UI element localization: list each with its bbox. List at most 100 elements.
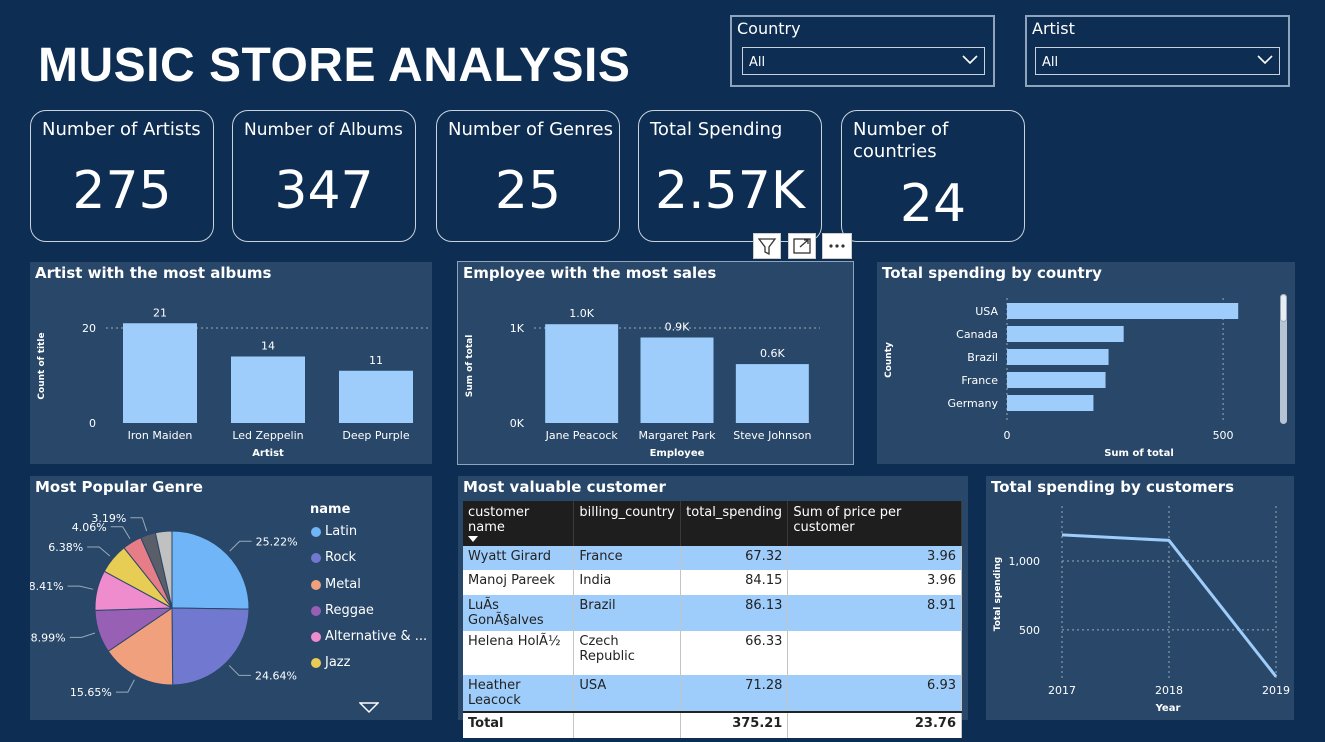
focus-mode-icon[interactable] (788, 233, 816, 259)
artist-dropdown-value: All (1042, 55, 1059, 70)
legend-marker (311, 605, 321, 616)
scrollbar-thumb[interactable] (1280, 294, 1287, 322)
cell-price-per-customer: 3.96 (787, 570, 962, 595)
country-dropdown[interactable]: All (742, 47, 985, 75)
legend-item[interactable]: Rock (310, 550, 427, 576)
y-tick-label: 1,000 (1009, 555, 1041, 568)
employee-sales-chart[interactable]: Employee with the most sales 1K 0K 1.0K Jan… (457, 261, 854, 465)
y-tick-label: Brazil (967, 351, 998, 364)
kpi-value: 24 (899, 174, 967, 234)
scrollbar-track[interactable] (1280, 294, 1287, 424)
cell-total-spending: 375.21 (680, 711, 789, 738)
x-tick-label: Led Zeppelin (232, 429, 303, 442)
y-tick-label: USA (975, 305, 998, 318)
cell-billing-country: Brazil (573, 595, 682, 631)
chevron-down-icon (962, 55, 978, 65)
kpi-card-artists[interactable]: Number of Artists 275 (30, 110, 214, 242)
column-header-customer-name[interactable]: customer name (463, 501, 575, 546)
label-leader-line (110, 526, 131, 540)
table-row[interactable]: Manoj Pareek India 84.15 3.96 (463, 570, 962, 595)
kpi-card-albums[interactable]: Number of Albums 347 (232, 110, 416, 242)
x-tick-label: 2019 (1262, 684, 1290, 697)
filter-icon[interactable] (753, 233, 781, 259)
label-leader-line (228, 665, 252, 676)
artist-dropdown[interactable]: All (1035, 47, 1280, 75)
country-dropdown-value: All (749, 55, 766, 70)
country-slicer: Country All (730, 15, 995, 87)
country-spending-plot: 0 500 USA Canada Brazil France Germany Sum of t… (884, 298, 1239, 459)
pie-slice (171, 530, 250, 610)
bar (640, 337, 714, 423)
table-row[interactable]: LuÃs GonÃ§alves Brazil 86.13 8.91 (463, 595, 962, 631)
kpi-value: 2.57K (655, 161, 805, 221)
genre-pie-chart[interactable]: Most Popular Genre 25.22% 24.64% 15.65% 8.9… (30, 476, 432, 720)
column-header-price-per-customer[interactable]: Sum of price per customer (787, 501, 962, 546)
legend-label: Reggae (325, 602, 374, 618)
kpi-value: 347 (274, 161, 374, 221)
cell-price-per-customer: 8.91 (787, 595, 962, 631)
customer-spending-line-chart[interactable]: Total spending by customers 2017 2018 2019… (986, 476, 1294, 720)
column-header-billing-country[interactable]: billing_country (573, 501, 682, 546)
kpi-card-spending[interactable]: Total Spending 2.57K (638, 110, 822, 242)
cell-total-empty (573, 711, 682, 738)
label-leader-line (87, 546, 111, 557)
x-axis-title: Year (1155, 703, 1181, 714)
bar (735, 364, 809, 423)
legend-marker (311, 632, 321, 643)
cell-total-spending: 67.32 (680, 546, 789, 570)
x-axis-title: Sum of total (1104, 448, 1174, 459)
page-title: MUSIC STORE ANALYSIS (38, 39, 631, 92)
data-label: 0.9K (665, 321, 690, 334)
y-axis-title: Sum of total (465, 335, 475, 398)
cell-billing-country: USA (573, 675, 682, 712)
table-row[interactable]: Helena HolÃ½ Czech Republic 66.33 (463, 631, 962, 675)
label-leader-line (229, 540, 252, 552)
legend-item[interactable]: Reggae (310, 603, 427, 629)
legend-item[interactable]: Jazz (310, 655, 427, 681)
label-leader-line (67, 585, 94, 590)
cell-total-label: Total (463, 711, 575, 738)
legend-title: name (310, 502, 351, 517)
artist-albums-plot: 20 0 21 Iron Maiden 14 Led Zeppelin 11 Deep Pur… (37, 306, 430, 459)
y-tick-label: 0 (89, 417, 96, 430)
legend-item[interactable]: Metal (310, 577, 427, 603)
column-header-total-spending[interactable]: total_spending (680, 501, 789, 546)
table-row[interactable]: Heather Leacock USA 71.28 6.93 (463, 675, 962, 712)
kpi-card-countries[interactable]: Number of countries 24 (841, 110, 1025, 242)
table-row[interactable]: Wyatt Girard France 67.32 3.96 (463, 546, 962, 570)
y-tick-label: Canada (956, 328, 998, 341)
legend-scroll-down-icon[interactable] (359, 702, 379, 714)
label-leader-line (115, 679, 135, 693)
x-tick-label: 0 (1004, 429, 1011, 442)
legend-marker (311, 579, 321, 590)
bar (231, 356, 305, 423)
kpi-value: 25 (494, 161, 562, 221)
pie-data-label: 3.19% (91, 512, 126, 525)
country-spending-chart[interactable]: Total spending by country 0 500 USA Canada B… (877, 262, 1295, 464)
x-axis-title: Employee (650, 448, 705, 459)
cell-total-spending: 84.15 (680, 570, 789, 595)
more-options-icon[interactable] (822, 233, 852, 259)
legend-label: Jazz (325, 655, 351, 671)
legend-marker (311, 658, 321, 669)
pie-data-label: 6.38% (48, 541, 83, 554)
cell-price-per-customer: 6.93 (787, 675, 962, 712)
cell-total-spending: 86.13 (680, 595, 789, 631)
bar (1007, 303, 1239, 319)
customer-table-panel: Most valuable customer customer name bil… (458, 476, 968, 738)
y-axis-title: Count of title (37, 332, 47, 399)
employee-sales-plot: 1K 0K 1.0K Jane Peacock 0.9K Margaret Park 0.6… (465, 307, 820, 459)
legend-item[interactable]: Latin (310, 524, 427, 550)
pie-data-label: 15.65% (70, 686, 112, 699)
cell-customer-name: LuÃs GonÃ§alves (463, 595, 575, 631)
artist-albums-chart[interactable]: Artist with the most albums 20 0 21 Iron Ma… (30, 262, 432, 464)
cell-customer-name: Wyatt Girard (463, 546, 575, 570)
legend-item[interactable]: Alternative & ... (310, 629, 427, 655)
bar (545, 324, 619, 423)
legend-marker (311, 553, 321, 564)
kpi-card-genres[interactable]: Number of Genres 25 (436, 110, 620, 242)
customer-table: customer name billing_country total_spen… (463, 501, 962, 738)
x-tick-label: 2018 (1155, 684, 1183, 697)
data-label: 11 (369, 354, 383, 367)
x-axis-title: Artist (252, 448, 284, 459)
